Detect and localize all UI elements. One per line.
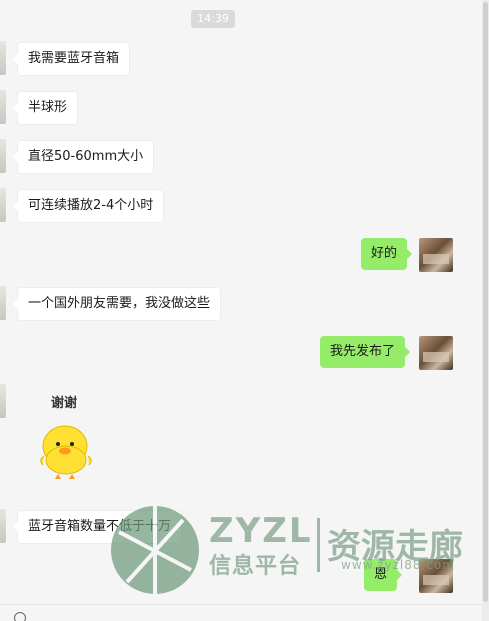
message-input-toolbar[interactable] [0,605,482,621]
scrollbar-thumb[interactable] [483,2,488,602]
watermark-logo-icon [111,506,199,594]
chat-window: 14:39 我需要蓝牙音箱 半球形 直径50-60mm大小 可连续播放2-4个小… [0,0,489,621]
message-bubble-self[interactable]: 恩 [364,559,403,591]
watermark-brand: ZYZL [209,511,313,551]
message-bubble[interactable]: 直径50-60mm大小 [12,140,155,174]
contact-avatar[interactable] [0,139,6,173]
scrollbar[interactable] [482,0,489,621]
message-bubble[interactable]: 可连续播放2-4个小时 [12,189,165,223]
contact-avatar[interactable] [0,509,6,543]
watermark-subtitle: 信息平台 [209,554,302,579]
my-avatar[interactable] [419,238,453,272]
contact-avatar[interactable] [0,188,6,222]
my-avatar[interactable] [419,559,453,593]
sticker-caption: 谢谢 [51,396,78,411]
contact-avatar[interactable] [0,384,6,418]
message-bubble-self[interactable]: 我先发布了 [320,336,411,368]
message-bubble[interactable]: 我需要蓝牙音箱 [12,42,131,76]
message-bubble[interactable]: 蓝牙音箱数量不低于十万 [12,510,183,544]
emoji-icon[interactable] [14,612,26,621]
my-avatar[interactable] [419,336,453,370]
contact-avatar[interactable] [0,286,6,320]
contact-avatar[interactable] [0,90,6,124]
contact-avatar[interactable] [0,41,6,75]
message-bubble[interactable]: 半球形 [12,91,79,125]
message-bubble[interactable]: 一个国外朋友需要，我没做这些 [12,287,222,321]
watermark-divider [317,518,320,572]
timestamp: 14:39 [191,10,235,28]
yellow-duck-sticker[interactable] [38,414,94,482]
message-bubble-self[interactable]: 好的 [361,238,413,270]
